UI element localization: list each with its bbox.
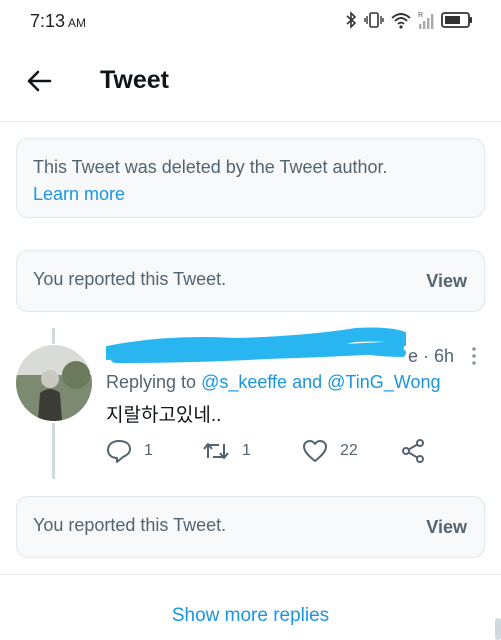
signal-icon: R: [418, 12, 434, 29]
deleted-notice-text: This Tweet was deleted by the Tweet auth…: [33, 157, 388, 177]
share-button[interactable]: [400, 438, 426, 464]
share-icon: [402, 439, 424, 463]
bluetooth-icon: [346, 11, 357, 29]
replying-to-line: Replying to @s_keeffe and @TinG_Wong: [106, 372, 440, 393]
tweet-timestamp: e · 6h: [407, 346, 454, 366]
replying-to-label: Replying to: [106, 372, 197, 392]
show-more-replies-button[interactable]: Show more replies: [0, 605, 501, 627]
battery-icon: [441, 12, 472, 28]
page-title: Tweet: [100, 66, 169, 94]
more-vertical-icon: [472, 347, 476, 365]
mention-link[interactable]: @s_keeffe: [201, 372, 287, 392]
scrollbar[interactable]: [495, 618, 501, 640]
tweet-text: 지랄하고있네..: [106, 405, 222, 426]
learn-more-link[interactable]: Learn more: [33, 181, 125, 208]
like-count: 22: [340, 442, 358, 459]
like-button[interactable]: 22: [302, 438, 358, 464]
view-button[interactable]: View: [426, 517, 467, 538]
retweet-count: 1: [242, 442, 251, 459]
vibrate-icon: [364, 12, 384, 28]
back-button[interactable]: [22, 64, 56, 98]
deleted-tweet-notice: This Tweet was deleted by the Tweet auth…: [16, 138, 485, 218]
tweet-header: e · 6h: [106, 327, 466, 367]
divider: [0, 574, 501, 575]
retweet-icon: [203, 443, 229, 459]
avatar-photo-icon: [16, 345, 92, 421]
status-time: 7:13 AM: [30, 11, 86, 32]
more-options-button[interactable]: [468, 344, 480, 368]
thread-line-top: [52, 328, 55, 344]
reply-icon: [107, 440, 131, 463]
reported-notice-text: You reported this Tweet.: [33, 515, 227, 535]
reported-tweet-notice: You reported this Tweet. View: [16, 496, 485, 558]
redaction-scribble: [106, 327, 406, 363]
svg-text:R: R: [418, 12, 423, 19]
status-time-value: 7:13: [30, 11, 66, 31]
wifi-icon: [391, 13, 411, 29]
reported-notice-text: You reported this Tweet.: [33, 269, 227, 289]
heart-icon: [303, 440, 327, 462]
thread-line-bottom: [52, 423, 55, 479]
status-bar: 7:13 AM R: [0, 0, 501, 42]
view-button[interactable]: View: [426, 271, 467, 292]
reply-button[interactable]: 1: [106, 438, 153, 464]
mention-link[interactable]: @TinG_Wong: [327, 372, 440, 392]
tweet-actions: 1 1 22: [106, 438, 446, 468]
reported-tweet-notice: You reported this Tweet. View: [16, 250, 485, 312]
arrow-left-icon: [27, 70, 52, 92]
status-icons: R: [345, 10, 473, 30]
reply-count: 1: [144, 442, 153, 459]
app-bar: Tweet: [0, 42, 501, 122]
retweet-button[interactable]: 1: [202, 438, 251, 464]
status-time-ampm: AM: [68, 16, 87, 30]
avatar[interactable]: [16, 345, 92, 421]
mention-conjunction: and: [292, 372, 323, 392]
